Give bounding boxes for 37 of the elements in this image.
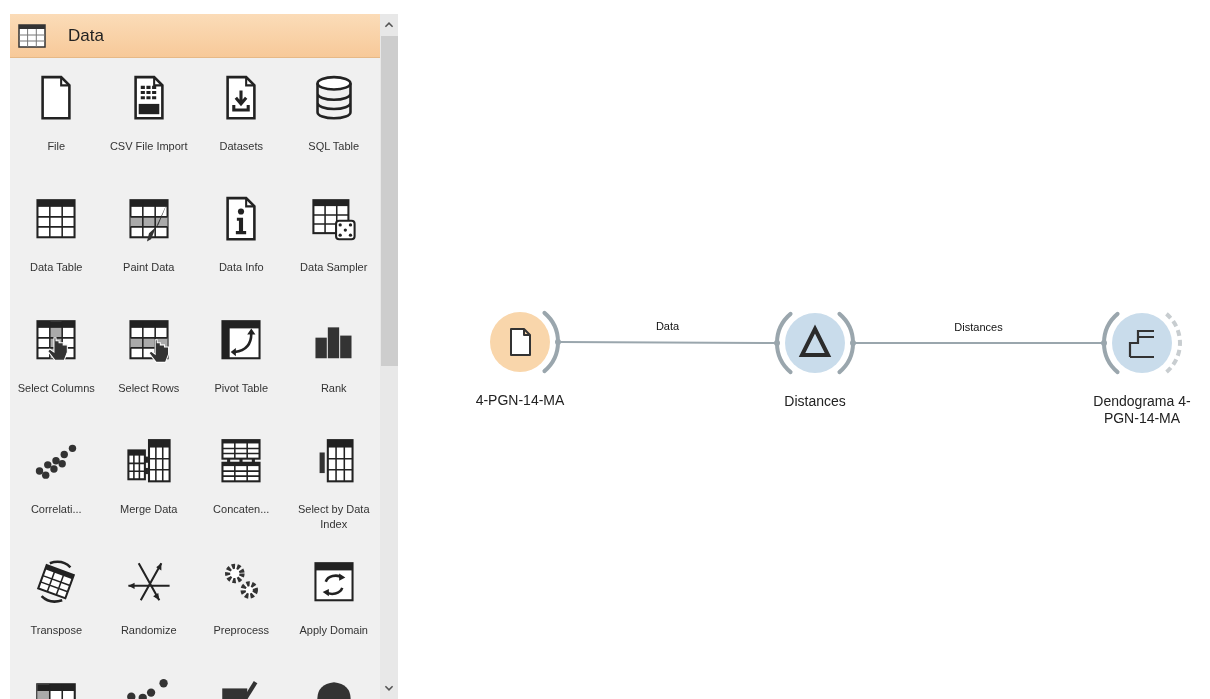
widget-tile[interactable]: Select Columns — [10, 300, 103, 421]
widget-tile[interactable]: Datasets — [195, 58, 288, 179]
node-circle[interactable] — [785, 313, 845, 373]
widget-tile[interactable]: Apply Domain — [287, 542, 380, 663]
input-port[interactable] — [1101, 311, 1120, 375]
widget-tile[interactable]: Merge Data — [102, 421, 195, 542]
widget-tile[interactable]: Select Rows — [102, 300, 195, 421]
table-icon — [18, 23, 46, 48]
node-circle[interactable] — [1112, 313, 1172, 373]
widget-tile[interactable]: SQL Table — [287, 58, 380, 179]
widget-tile[interactable]: Select by Data Index — [287, 421, 380, 542]
widget-tile[interactable]: Rank — [287, 300, 380, 421]
widget-tile[interactable]: Correlati... — [10, 421, 103, 542]
widget-tile[interactable]: Paint Data — [102, 179, 195, 300]
widget-tile[interactable]: Data Sampler — [287, 179, 380, 300]
widget-tile[interactable]: Data Info — [195, 179, 288, 300]
input-port[interactable] — [774, 311, 793, 375]
widget-tile[interactable]: Pivot Table — [195, 300, 288, 421]
widget-tile[interactable]: Concaten... — [195, 421, 288, 542]
link-label: Distances — [953, 321, 1004, 333]
widget-tile[interactable]: File — [10, 58, 103, 179]
triangle-icon — [798, 324, 832, 357]
category-title: Data — [68, 25, 104, 46]
dendrogram-icon — [1128, 329, 1156, 359]
node-label: Distances — [783, 393, 847, 410]
widget-tile[interactable]: Randomize — [102, 542, 195, 663]
node-label: Dendograma 4-PGN-14-MA — [1092, 393, 1192, 427]
scrollbar[interactable] — [380, 14, 398, 699]
widget-tile[interactable]: CSV File Import — [102, 58, 195, 179]
widget-tile[interactable]: Preprocess — [195, 542, 288, 663]
category-header[interactable]: Data — [10, 14, 380, 58]
document-icon — [510, 328, 531, 356]
widget-tile[interactable]: Transpose — [10, 542, 103, 663]
widget-tile[interactable]: Data Table — [10, 179, 103, 300]
link-label: Data — [654, 320, 681, 332]
node-label: 4-PGN-14-MA — [474, 392, 566, 409]
scrollbar-thumb[interactable] — [380, 36, 398, 366]
